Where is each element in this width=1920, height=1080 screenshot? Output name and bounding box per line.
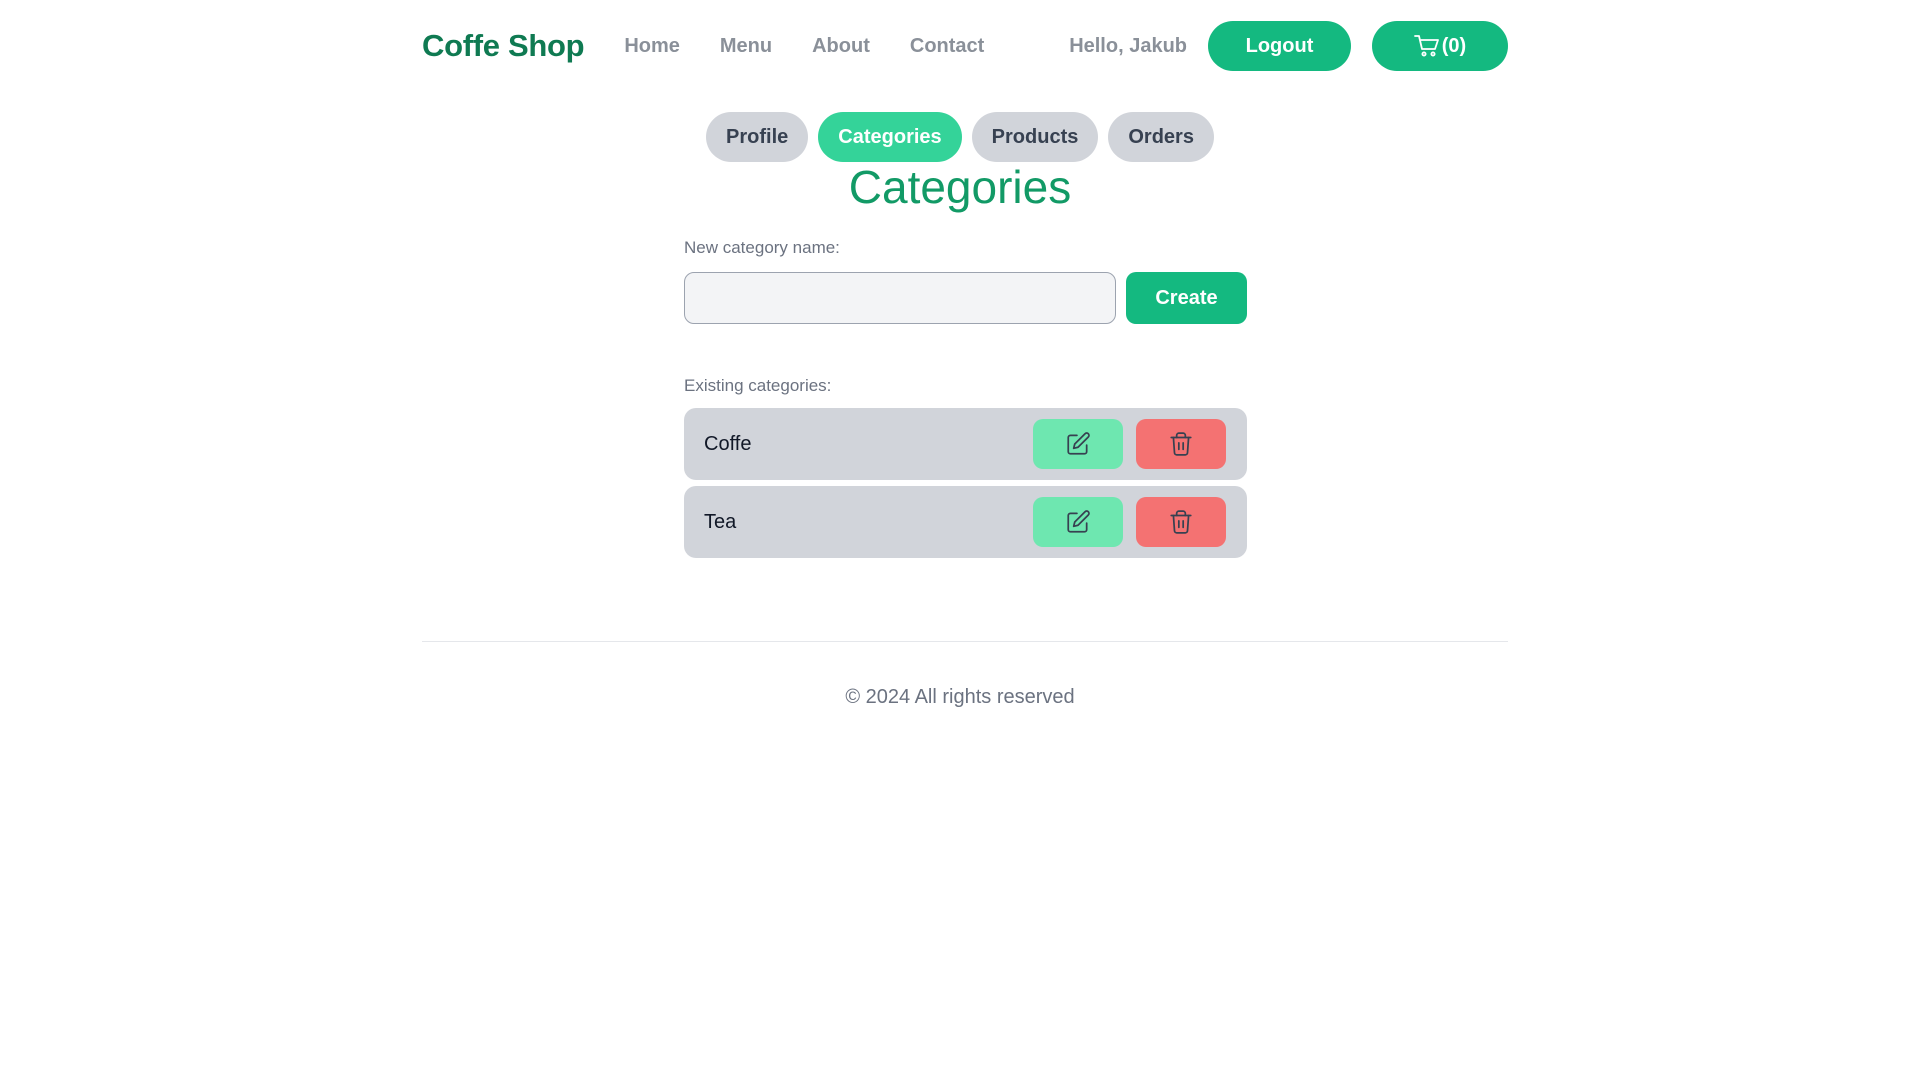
trash-icon (1170, 510, 1192, 534)
category-list: Coffe Tea (684, 408, 1247, 558)
existing-categories-label: Existing categories: (684, 376, 832, 395)
delete-category-button[interactable] (1136, 497, 1226, 547)
category-actions (1033, 419, 1226, 469)
page-title: Categories (848, 161, 1072, 213)
new-category-input[interactable] (684, 272, 1116, 324)
tab-categories[interactable]: Categories (818, 112, 962, 162)
categories-panel: New category name: Create Existing categ… (684, 238, 1247, 564)
tab-products[interactable]: Products (971, 112, 1099, 162)
nav-menu-link[interactable]: Menu (720, 35, 772, 58)
nav-contact-link[interactable]: Contact (910, 35, 984, 58)
cart-icon (1413, 35, 1439, 57)
edit-icon (1067, 510, 1090, 533)
header-user-area: Hello, Jakub Logout (0) (1069, 21, 1508, 71)
category-name: Coffe (704, 432, 752, 455)
main-nav: Home Menu About Contact (624, 35, 1024, 58)
cart-count: (0) (1441, 34, 1467, 57)
account-tabs: Profile Categories Products Orders (0, 112, 1920, 162)
edit-category-button[interactable] (1033, 497, 1123, 547)
category-actions (1033, 497, 1226, 547)
create-category-form: Create (684, 272, 1247, 324)
brand-logo[interactable]: Coffe Shop (422, 28, 585, 64)
create-button[interactable]: Create (1126, 272, 1247, 324)
nav-about-link[interactable]: About (812, 35, 870, 58)
edit-category-button[interactable] (1033, 419, 1123, 469)
tab-profile[interactable]: Profile (706, 112, 809, 162)
user-greeting: Hello, Jakub (1069, 34, 1187, 57)
category-row: Tea (684, 486, 1247, 558)
nav-home-link[interactable]: Home (624, 35, 680, 58)
trash-icon (1170, 432, 1192, 456)
edit-icon (1067, 432, 1090, 455)
footer-divider (422, 641, 1508, 642)
tab-orders[interactable]: Orders (1108, 112, 1214, 162)
new-category-label: New category name: (684, 238, 840, 257)
footer-copyright: © 2024 All rights reserved (845, 686, 1075, 708)
cart-button[interactable]: (0) (1372, 21, 1508, 71)
logout-button[interactable]: Logout (1208, 21, 1351, 71)
category-row: Coffe (684, 408, 1247, 480)
top-navbar: Coffe Shop Home Menu About Contact Hello… (422, 21, 1508, 71)
delete-category-button[interactable] (1136, 419, 1226, 469)
category-name: Tea (704, 510, 737, 533)
